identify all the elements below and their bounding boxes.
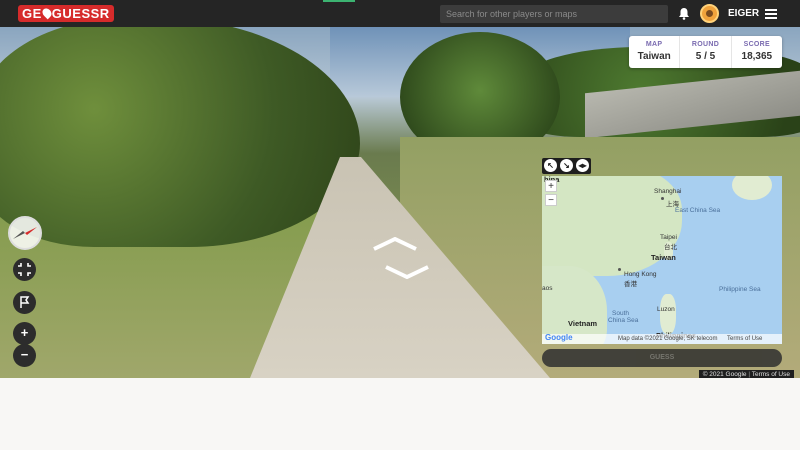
bell-icon[interactable]: [678, 7, 690, 20]
map-label-east-china-sea: East China Sea: [675, 207, 721, 214]
map-land-luzon: [660, 294, 676, 334]
map-stat: MAP Taiwan: [629, 36, 681, 68]
map-zoom-in-button[interactable]: +: [545, 180, 557, 192]
guess-button[interactable]: GUESS: [542, 349, 782, 367]
map-label-south-china-sea-2: China Sea: [608, 317, 639, 324]
top-bar: GEGUESSR EIGER: [0, 0, 800, 27]
map-label-taiwan: Taiwan: [651, 253, 676, 262]
fullscreen-exit-icon[interactable]: [13, 258, 36, 281]
guess-map[interactable]: hina Shanghai 上海 East China Sea Taipei 台…: [542, 176, 782, 344]
map-label-taipei: Taipei: [660, 234, 677, 241]
hamburger-menu-icon[interactable]: [765, 9, 777, 19]
map-data-text: Map data ©2021 Google, SK telecom: [618, 336, 718, 342]
move-forward-arrow-icon[interactable]: [372, 237, 418, 251]
map-label-laos: aos: [542, 285, 553, 292]
pin-map-icon[interactable]: ◂▸: [576, 159, 589, 172]
map-label-hong-kong: Hong Kong: [624, 271, 657, 278]
geoguessr-logo[interactable]: GE GUESSR: [18, 5, 114, 22]
google-logo: Google: [545, 333, 573, 342]
shrink-map-icon[interactable]: ↘: [560, 159, 573, 172]
city-dot: [661, 197, 664, 200]
copyright-text: © 2021 Google: [702, 371, 747, 378]
map-label-philippine-sea: Philippine Sea: [719, 286, 761, 293]
map-label-south-china-sea: South: [612, 310, 629, 317]
map-zoom-out-button[interactable]: −: [545, 194, 557, 206]
username[interactable]: EIGER: [728, 8, 759, 19]
map-label-shanghai: Shanghai: [654, 188, 682, 195]
zoom-in-button[interactable]: +: [13, 322, 36, 345]
nav-accent: [323, 0, 355, 2]
page-bottom: [0, 378, 800, 450]
round-stat: ROUND 5 / 5: [680, 36, 732, 68]
map-attribution: Map data ©2021 Google, SK telecom Terms …: [542, 334, 782, 344]
city-dot: [618, 268, 621, 271]
compass-icon[interactable]: [8, 216, 42, 250]
pano-terms-link[interactable]: Terms of Use: [747, 371, 790, 378]
zoom-out-button[interactable]: −: [13, 344, 36, 367]
round-stat-value: 5 / 5: [695, 51, 716, 62]
map-land-japan: [732, 176, 772, 200]
score-stat-value: 18,365: [741, 51, 773, 62]
map-size-toolbar: ↖ ↘ ◂▸: [542, 158, 591, 174]
map-stat-value: Taiwan: [637, 51, 671, 62]
avatar[interactable]: [700, 4, 719, 23]
tree-cluster: [0, 27, 360, 247]
return-to-start-flag-icon[interactable]: [13, 291, 36, 314]
round-stat-label: ROUND: [691, 41, 720, 48]
score-stat-label: SCORE: [743, 41, 771, 48]
map-label-vietnam: Vietnam: [568, 319, 598, 328]
map-label-luzon: Luzon: [657, 306, 675, 313]
map-label-taipei-cn: 台北: [664, 244, 677, 251]
map-terms-link[interactable]: Terms of Use: [727, 336, 762, 342]
move-backward-arrow-icon[interactable]: [384, 265, 430, 279]
score-stat: SCORE 18,365: [732, 36, 782, 68]
player-search-input[interactable]: [440, 5, 668, 23]
expand-map-icon[interactable]: ↖: [544, 159, 557, 172]
score-panel: MAP Taiwan ROUND 5 / 5 SCORE 18,365: [629, 36, 782, 68]
map-stat-label: MAP: [645, 41, 663, 48]
map-label-hong-kong-cn: 香港: [624, 281, 637, 288]
